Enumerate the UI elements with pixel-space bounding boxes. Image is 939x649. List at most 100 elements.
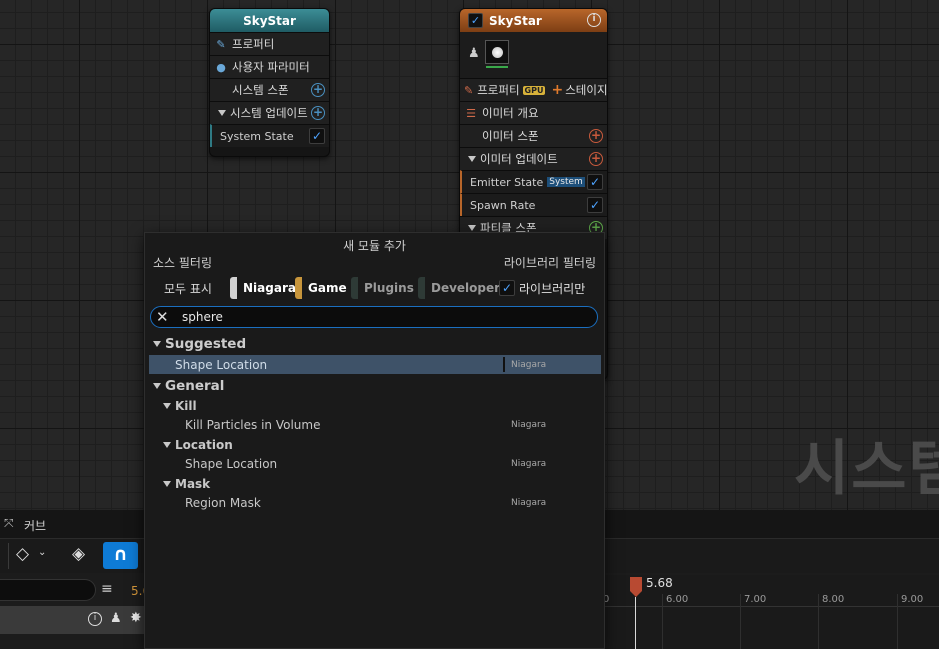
library-only-checkbox[interactable]: ✓ (499, 280, 515, 296)
show-all-button[interactable]: 모두 표시 (164, 277, 212, 299)
stage-label[interactable]: 스테이지 (565, 82, 607, 98)
info-icon[interactable]: i (88, 612, 102, 626)
emitter-node-title-bar[interactable]: ✓ SkyStar i (460, 9, 607, 32)
module-results-list[interactable]: Suggested Shape Location Niagara General… (145, 332, 604, 648)
module-search-input[interactable]: ✕ sphere (150, 306, 598, 328)
list-icon: ☰ (466, 106, 476, 120)
user-parameters-label: 사용자 파라미터 (232, 60, 310, 74)
emitter-summary-label: 이미터 개요 (482, 106, 539, 120)
emitter-summary-row[interactable]: ☰ 이미터 개요 (460, 101, 607, 124)
collapse-triangle-icon[interactable] (153, 383, 161, 389)
system-state-row[interactable]: System State ✓ (210, 124, 329, 147)
spawn-rate-row[interactable]: Spawn Rate ✓ (460, 193, 607, 216)
filter-label: Developer (431, 281, 501, 295)
emitter-thumbnail-area: ♟ (460, 32, 607, 78)
emitter-spawn-row[interactable]: 이미터 스폰 + (460, 124, 607, 147)
module-list-item[interactable]: Region Mask Niagara (149, 493, 601, 512)
system-update-label: 시스템 업데이트 (230, 106, 308, 120)
system-properties-row[interactable]: ✎ 프로퍼티 (210, 32, 329, 55)
filter-icon[interactable]: ≡ (101, 581, 113, 597)
system-node[interactable]: SkyStar ✎ 프로퍼티 ● 사용자 파라미터 시스템 스폰 + 시스템 업… (209, 8, 330, 157)
module-source: Niagara (511, 458, 547, 469)
curve-search-input[interactable] (0, 579, 96, 601)
collapse-triangle-icon[interactable] (163, 480, 171, 487)
module-source: Niagara (511, 497, 547, 508)
system-spawn-row[interactable]: 시스템 스폰 + (210, 78, 329, 101)
timeline-tick: 9.00 (901, 594, 924, 605)
add-module-icon[interactable]: + (311, 106, 325, 120)
emitter-enabled-checkbox[interactable]: ✓ (468, 13, 483, 28)
system-update-row[interactable]: 시스템 업데이트 + (210, 101, 329, 124)
section-header[interactable]: General (149, 376, 601, 396)
module-list-item[interactable]: Shape Location Niagara (149, 355, 601, 374)
playhead-line (635, 597, 636, 649)
timeline-tick: 8.00 (822, 594, 845, 605)
system-node-title[interactable]: SkyStar (210, 9, 329, 32)
dropdown-chevron-icon[interactable]: ⌄ (38, 547, 46, 558)
system-properties-label: 프로퍼티 (232, 37, 275, 51)
playhead-time: 5.68 (646, 576, 673, 590)
section-header[interactable]: Suggested (149, 334, 601, 354)
clear-search-icon[interactable]: ✕ (156, 308, 169, 326)
spawn-rate-label: Spawn Rate (470, 198, 536, 212)
group-header[interactable]: Mask (149, 474, 601, 493)
module-list-item[interactable]: Shape Location Niagara (149, 454, 601, 473)
library-filter-label: 라이브러리 필터링 (503, 256, 596, 270)
collapse-triangle-icon[interactable] (468, 225, 476, 231)
filter-color-bar (295, 277, 302, 299)
collapse-triangle-icon[interactable] (163, 441, 171, 448)
pencil-icon: ✎ (464, 83, 474, 97)
keyframe-diamond-icon[interactable]: ◇ (16, 544, 29, 564)
collapse-triangle-icon[interactable] (163, 402, 171, 409)
system-spawn-label: 시스템 스폰 (232, 83, 289, 97)
gpu-badge: GPU (522, 85, 546, 95)
filter-niagara[interactable]: Niagara (230, 277, 296, 299)
emitter-properties-row[interactable]: ✎ 프로퍼티 GPU + 스테이지 (460, 78, 607, 101)
curve-tab[interactable]: 커브 (24, 517, 46, 534)
add-module-icon[interactable]: + (311, 83, 325, 97)
module-source: Niagara (511, 419, 547, 430)
system-state-checkbox[interactable]: ✓ (309, 128, 325, 144)
add-stage-icon[interactable]: + (551, 82, 563, 98)
module-list-item[interactable]: Kill Particles in Volume Niagara (149, 415, 601, 434)
key-tangent-icon[interactable]: ◈ (72, 544, 85, 564)
emitter-state-checkbox[interactable]: ✓ (587, 174, 603, 190)
add-module-icon[interactable]: + (589, 152, 603, 166)
collapse-triangle-icon[interactable] (218, 110, 226, 116)
filter-label: Plugins (364, 281, 414, 295)
group-header[interactable]: Location (149, 435, 601, 454)
filter-developer[interactable]: Developer (418, 277, 500, 299)
emitter-properties-label: 프로퍼티 (477, 83, 520, 97)
collapse-triangle-icon[interactable] (468, 156, 476, 162)
add-module-popup[interactable]: 새 모듈 추가 소스 필터링 라이브러리 필터링 모두 표시 Niagara G… (144, 232, 605, 649)
group-header[interactable]: Kill (149, 396, 601, 415)
module-name: Shape Location (185, 456, 278, 471)
search-value: sphere (182, 310, 223, 324)
burst-icon: ✸ (130, 610, 142, 626)
group-title: Kill (175, 398, 197, 413)
spawn-rate-checkbox[interactable]: ✓ (587, 197, 603, 213)
filter-label: Niagara (243, 281, 296, 295)
mannequin-icon: ♟ (468, 46, 480, 61)
emitter-state-label: Emitter State (470, 175, 544, 189)
snap-magnet-button[interactable]: ∩ (103, 542, 138, 569)
info-icon[interactable]: i (587, 13, 601, 27)
module-name: Kill Particles in Volume (185, 417, 321, 432)
add-module-icon[interactable]: + (589, 129, 603, 143)
library-only-toggle[interactable]: ✓ 라이브러리만 (499, 277, 585, 299)
module-source: Niagara (511, 359, 547, 370)
pencil-icon: ✎ (216, 37, 226, 51)
emitter-update-label: 이미터 업데이트 (480, 152, 558, 166)
user-parameters-row[interactable]: ● 사용자 파라미터 (210, 55, 329, 78)
section-title: General (165, 378, 225, 394)
emitter-thumbnail[interactable] (485, 40, 509, 68)
emitter-state-row[interactable]: Emitter State System ✓ (460, 170, 607, 193)
filter-color-bar (230, 277, 237, 299)
filter-game[interactable]: Game (295, 277, 347, 299)
emitter-update-row[interactable]: 이미터 업데이트 + (460, 147, 607, 170)
source-filter-label: 소스 필터링 (153, 256, 213, 270)
collapse-triangle-icon[interactable] (153, 341, 161, 347)
mannequin-icon: ♟ (110, 611, 122, 626)
emitter-title[interactable]: SkyStar (489, 14, 542, 28)
filter-plugins[interactable]: Plugins (351, 277, 414, 299)
